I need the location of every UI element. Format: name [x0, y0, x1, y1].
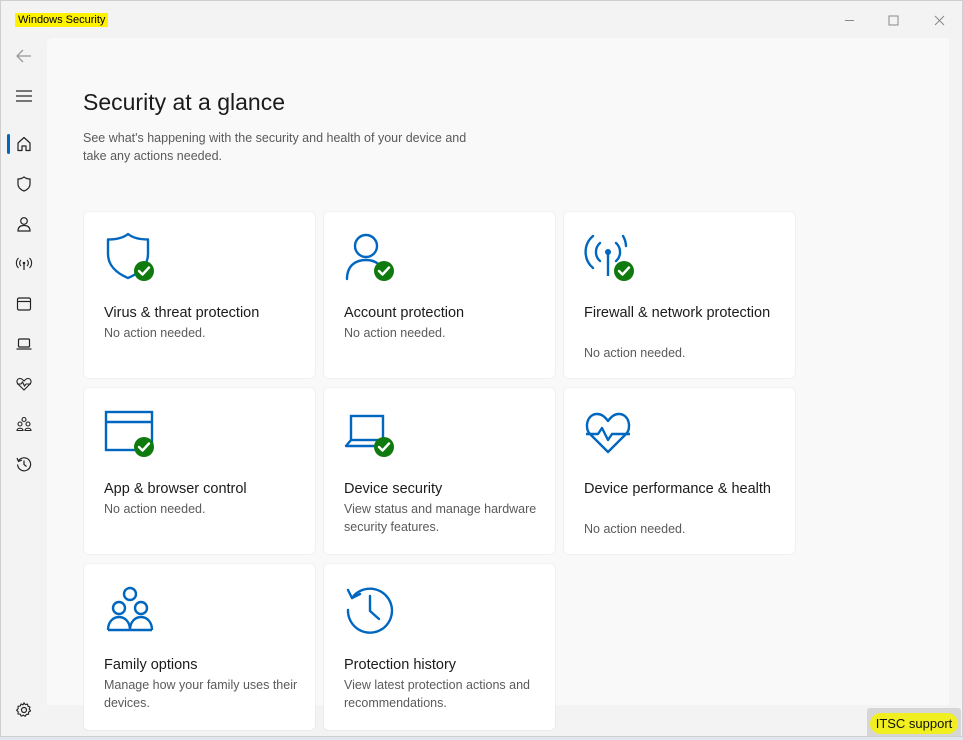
main-content: Security at a glance See what's happenin…: [47, 38, 949, 730]
card-title: Device performance & health: [584, 481, 771, 497]
maximize-button[interactable]: [873, 7, 913, 33]
card-app-browser-control[interactable]: App & browser control No action needed.: [84, 388, 315, 554]
card-status: No action needed.: [584, 346, 686, 360]
back-button[interactable]: [8, 40, 40, 72]
nav-firewall[interactable]: [8, 248, 40, 280]
card-title: Firewall & network protection: [584, 305, 771, 321]
person-icon: [17, 217, 31, 232]
card-protection-history[interactable]: Protection history View latest protectio…: [324, 564, 555, 730]
card-status: No action needed.: [584, 522, 686, 536]
card-status: View status and manage hardware security…: [344, 502, 537, 534]
nav-account-protection[interactable]: [8, 208, 40, 240]
heart-pulse-icon: [585, 412, 631, 454]
family-icon: [106, 586, 154, 632]
card-title: Virus & threat protection: [104, 305, 260, 321]
gear-icon: [16, 702, 32, 717]
card-device-security[interactable]: Device security View status and manage h…: [324, 388, 555, 554]
card-status: No action needed.: [104, 502, 206, 516]
minimize-button[interactable]: [829, 7, 869, 33]
hamburger-menu-icon: [16, 90, 32, 102]
card-title: Protection history: [344, 657, 457, 673]
card-family-options[interactable]: Family options Manage how your family us…: [84, 564, 315, 730]
nav-home[interactable]: [8, 128, 40, 160]
nav-device-security[interactable]: [8, 328, 40, 360]
home-icon: [17, 136, 31, 152]
laptop-icon: [16, 338, 32, 350]
laptop-icon: [344, 414, 394, 457]
nav-protection-history[interactable]: [8, 448, 40, 480]
card-firewall-network-protection[interactable]: Firewall & network protection No action …: [564, 212, 795, 378]
card-title: Account protection: [344, 305, 465, 321]
page-description: See what's happening with the security a…: [83, 131, 467, 163]
history-icon: [346, 587, 394, 634]
page-title: Security at a glance: [83, 89, 286, 115]
itsc-support-label: ITSC support: [869, 712, 959, 734]
heart-pulse-icon: [16, 377, 32, 391]
back-arrow-icon: [16, 49, 31, 63]
wifi-antenna-icon: [15, 257, 33, 270]
settings-button[interactable]: [8, 694, 40, 726]
card-account-protection[interactable]: Account protection No action needed.: [324, 212, 555, 378]
card-device-performance-health[interactable]: Device performance & health No action ne…: [564, 388, 795, 554]
history-icon: [16, 457, 32, 472]
shield-icon: [17, 176, 31, 192]
card-title: Device security: [344, 481, 443, 497]
browser-window-icon: [104, 410, 154, 457]
title-bar: Windows Security: [1, 1, 962, 38]
close-button[interactable]: [919, 7, 959, 33]
maximize-icon: [888, 15, 898, 25]
antenna-icon: [584, 234, 634, 281]
left-navigation: [1, 38, 47, 736]
windows-security-window: Windows Security Security at a glance Se…: [0, 0, 963, 737]
card-status: Manage how your family uses their device…: [104, 678, 298, 710]
hamburger-menu-button[interactable]: [8, 80, 40, 112]
nav-app-browser[interactable]: [8, 288, 40, 320]
browser-window-icon: [16, 297, 32, 311]
card-title: Family options: [104, 657, 198, 673]
window-title: Windows Security: [15, 13, 109, 27]
card-status: No action needed.: [104, 326, 206, 340]
itsc-support-button[interactable]: ITSC support: [867, 708, 961, 736]
person-icon: [345, 233, 394, 281]
card-virus-threat-protection[interactable]: Virus & threat protection No action need…: [84, 212, 315, 378]
nav-device-performance[interactable]: [8, 368, 40, 400]
minimize-icon: [844, 19, 854, 21]
card-status: View latest protection actions and recom…: [344, 678, 530, 710]
card-title: App & browser control: [104, 481, 247, 497]
nav-family-options[interactable]: [8, 408, 40, 440]
family-icon: [16, 416, 32, 432]
close-icon: [934, 15, 944, 25]
nav-virus-protection[interactable]: [8, 168, 40, 200]
shield-icon: [106, 232, 154, 281]
card-status: No action needed.: [344, 326, 446, 340]
